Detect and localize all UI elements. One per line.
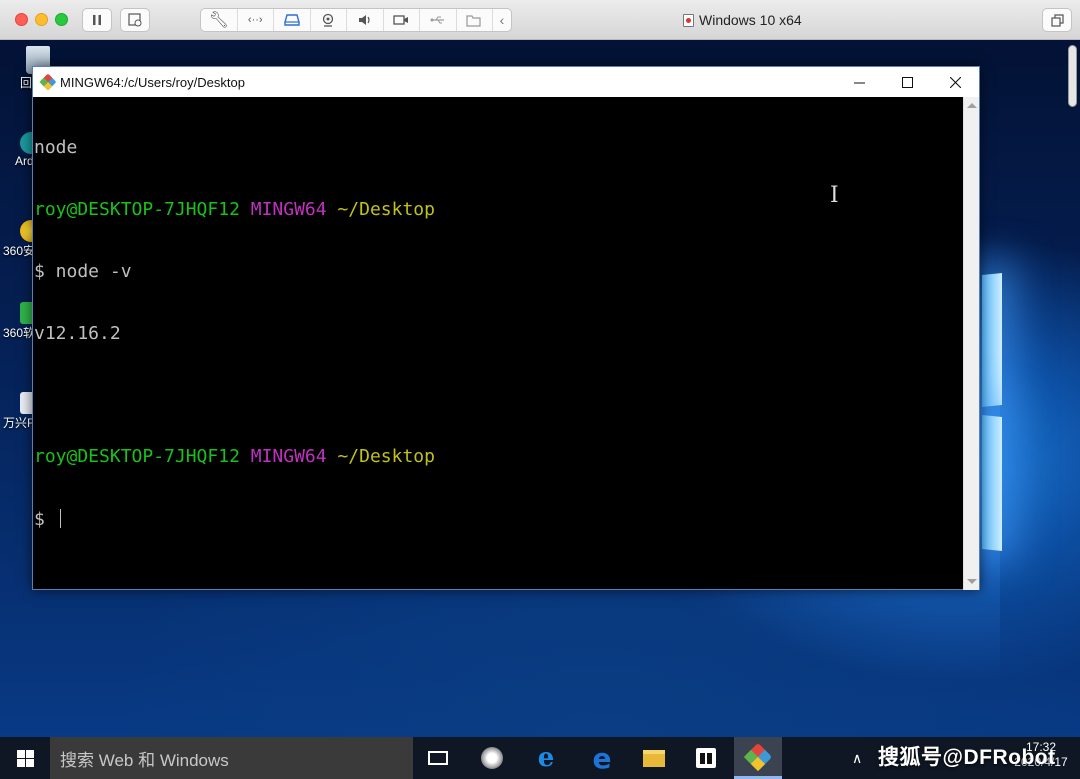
output-text: v12.16.2 [34, 322, 121, 344]
git-bash-taskbar-icon [743, 742, 773, 771]
terminal-maximize-button[interactable] [883, 67, 931, 97]
git-logo-icon [39, 73, 57, 91]
taskbar-app-edge[interactable]: e [578, 737, 626, 779]
internet-explorer-icon: e [537, 743, 555, 773]
usb-icon [430, 16, 444, 24]
close-icon [949, 76, 961, 88]
host-minimize-button[interactable] [35, 13, 48, 26]
taskbar-search-box[interactable]: 搜索 Web 和 Windows [50, 737, 413, 779]
shared-folder-button[interactable] [457, 9, 493, 31]
terminal-input-line[interactable]: $ [34, 508, 965, 530]
taskbar-app-git-bash[interactable] [734, 737, 782, 779]
usb-button[interactable] [420, 9, 457, 31]
wallpaper-logo-pane-top [982, 272, 1002, 408]
terminal-scrollbar[interactable] [963, 97, 979, 590]
task-view-icon [428, 751, 448, 765]
desktop-icon-wondershare[interactable]: 万兴F [0, 392, 42, 431]
desktop-icon-360-software[interactable]: 360软 [0, 302, 42, 341]
wrench-icon: 🔧︎ [208, 12, 229, 29]
prompt-symbol: $ [34, 508, 56, 530]
desktop-icon-360-security[interactable]: 360安 [0, 220, 42, 259]
search-placeholder: 搜索 Web 和 Windows [60, 750, 229, 770]
window-overlap-icon [1050, 13, 1064, 27]
scroll-up-icon[interactable] [967, 103, 977, 108]
prompt-path: ~/Desktop [337, 198, 435, 220]
taskbar-app-ie[interactable]: e [522, 737, 570, 779]
start-button[interactable] [0, 737, 50, 779]
vm-document-icon [683, 13, 694, 27]
text-cursor [59, 508, 61, 528]
snapshot-icon [128, 13, 142, 27]
terminal-prompt-line: roy@DESKTOP-7JHQF12 MINGW64 ~/Desktop [34, 446, 965, 468]
hard-disk-icon [284, 14, 300, 26]
collapse-toolbar-button[interactable]: ‹ [493, 9, 511, 31]
command-text: $ node -v [34, 260, 132, 282]
shared-folder-icon [466, 14, 481, 27]
terminal-line: $ node -v [34, 260, 965, 283]
pinwheel-app-icon [481, 747, 503, 769]
host-window-title-text: Windows 10 x64 [699, 12, 802, 28]
prompt-user: roy@DESKTOP-7JHQF12 [34, 198, 240, 220]
code-arrows-icon: ‹··› [247, 14, 263, 26]
code-button[interactable]: ‹··› [238, 9, 274, 31]
pause-button[interactable] [82, 8, 112, 32]
git-bash-titlebar[interactable]: MINGW64:/c/Users/roy/Desktop [33, 67, 979, 97]
store-icon [696, 748, 716, 768]
git-bash-title: MINGW64:/c/Users/roy/Desktop [60, 74, 245, 90]
edge-browser-icon: e [592, 741, 612, 775]
prompt-env: MINGW64 [250, 198, 327, 220]
system-tray: ∧ [852, 737, 868, 779]
file-explorer-icon [643, 749, 665, 767]
host-titlebar: 🔧︎ ‹··› ‹ Windows 10 x64 [0, 0, 1080, 40]
ibeam-pointer-icon: I [830, 183, 839, 208]
maximize-icon [901, 76, 913, 88]
video-button[interactable] [384, 9, 420, 31]
minimize-icon [853, 82, 865, 83]
terminal-minimize-button[interactable] [835, 67, 883, 97]
taskbar-app-pinwheel[interactable] [468, 737, 516, 779]
webcam-icon [323, 13, 334, 27]
git-bash-window[interactable]: MINGW64:/c/Users/roy/Desktop node roy@DE… [32, 66, 980, 590]
camera-button[interactable] [311, 9, 347, 31]
terminal-close-button[interactable] [931, 67, 979, 97]
wallpaper-logo-pane-bottom [982, 414, 1002, 552]
host-close-button[interactable] [15, 13, 28, 26]
host-scroll-indicator[interactable] [1068, 45, 1077, 107]
taskbar-app-store[interactable] [682, 737, 730, 779]
host-zoom-button[interactable] [55, 13, 68, 26]
task-view-button[interactable] [414, 737, 462, 779]
prompt-path: ~/Desktop [337, 446, 435, 468]
video-camera-icon [393, 15, 409, 25]
snapshot-button[interactable] [120, 8, 150, 32]
sound-button[interactable] [347, 9, 384, 31]
chevron-up-icon[interactable]: ∧ [852, 750, 862, 767]
terminal-output[interactable]: node roy@DESKTOP-7JHQF12 MINGW64 ~/Deskt… [33, 97, 965, 590]
prompt-user: roy@DESKTOP-7JHQF12 [34, 446, 240, 468]
prompt-env: MINGW64 [250, 446, 327, 468]
settings-wrench-button[interactable]: 🔧︎ [201, 9, 238, 31]
chevron-left-icon: ‹ [499, 12, 505, 28]
speaker-icon [358, 15, 370, 25]
disk-button[interactable] [274, 9, 311, 31]
pause-icon [93, 15, 101, 25]
output-text: node [34, 137, 78, 159]
terminal-prompt-line: roy@DESKTOP-7JHQF12 MINGW64 ~/Desktop [34, 198, 965, 221]
desktop-icon-arduino[interactable]: Ard [0, 132, 42, 168]
scroll-down-icon[interactable] [967, 579, 977, 584]
windows-logo-icon [16, 749, 34, 767]
vm-toolbar: 🔧︎ ‹··› ‹ [200, 8, 512, 32]
taskbar-app-explorer[interactable] [630, 737, 678, 779]
watermark-text: 搜狐号@DFRobot [878, 746, 1056, 769]
host-window-title: Windows 10 x64 [683, 12, 802, 28]
unity-view-button[interactable] [1042, 8, 1072, 32]
desktop-icon-recycle-bin[interactable]: 回 [0, 46, 50, 91]
terminal-line: node [34, 137, 965, 159]
terminal-line: v12.16.2 [34, 322, 965, 345]
